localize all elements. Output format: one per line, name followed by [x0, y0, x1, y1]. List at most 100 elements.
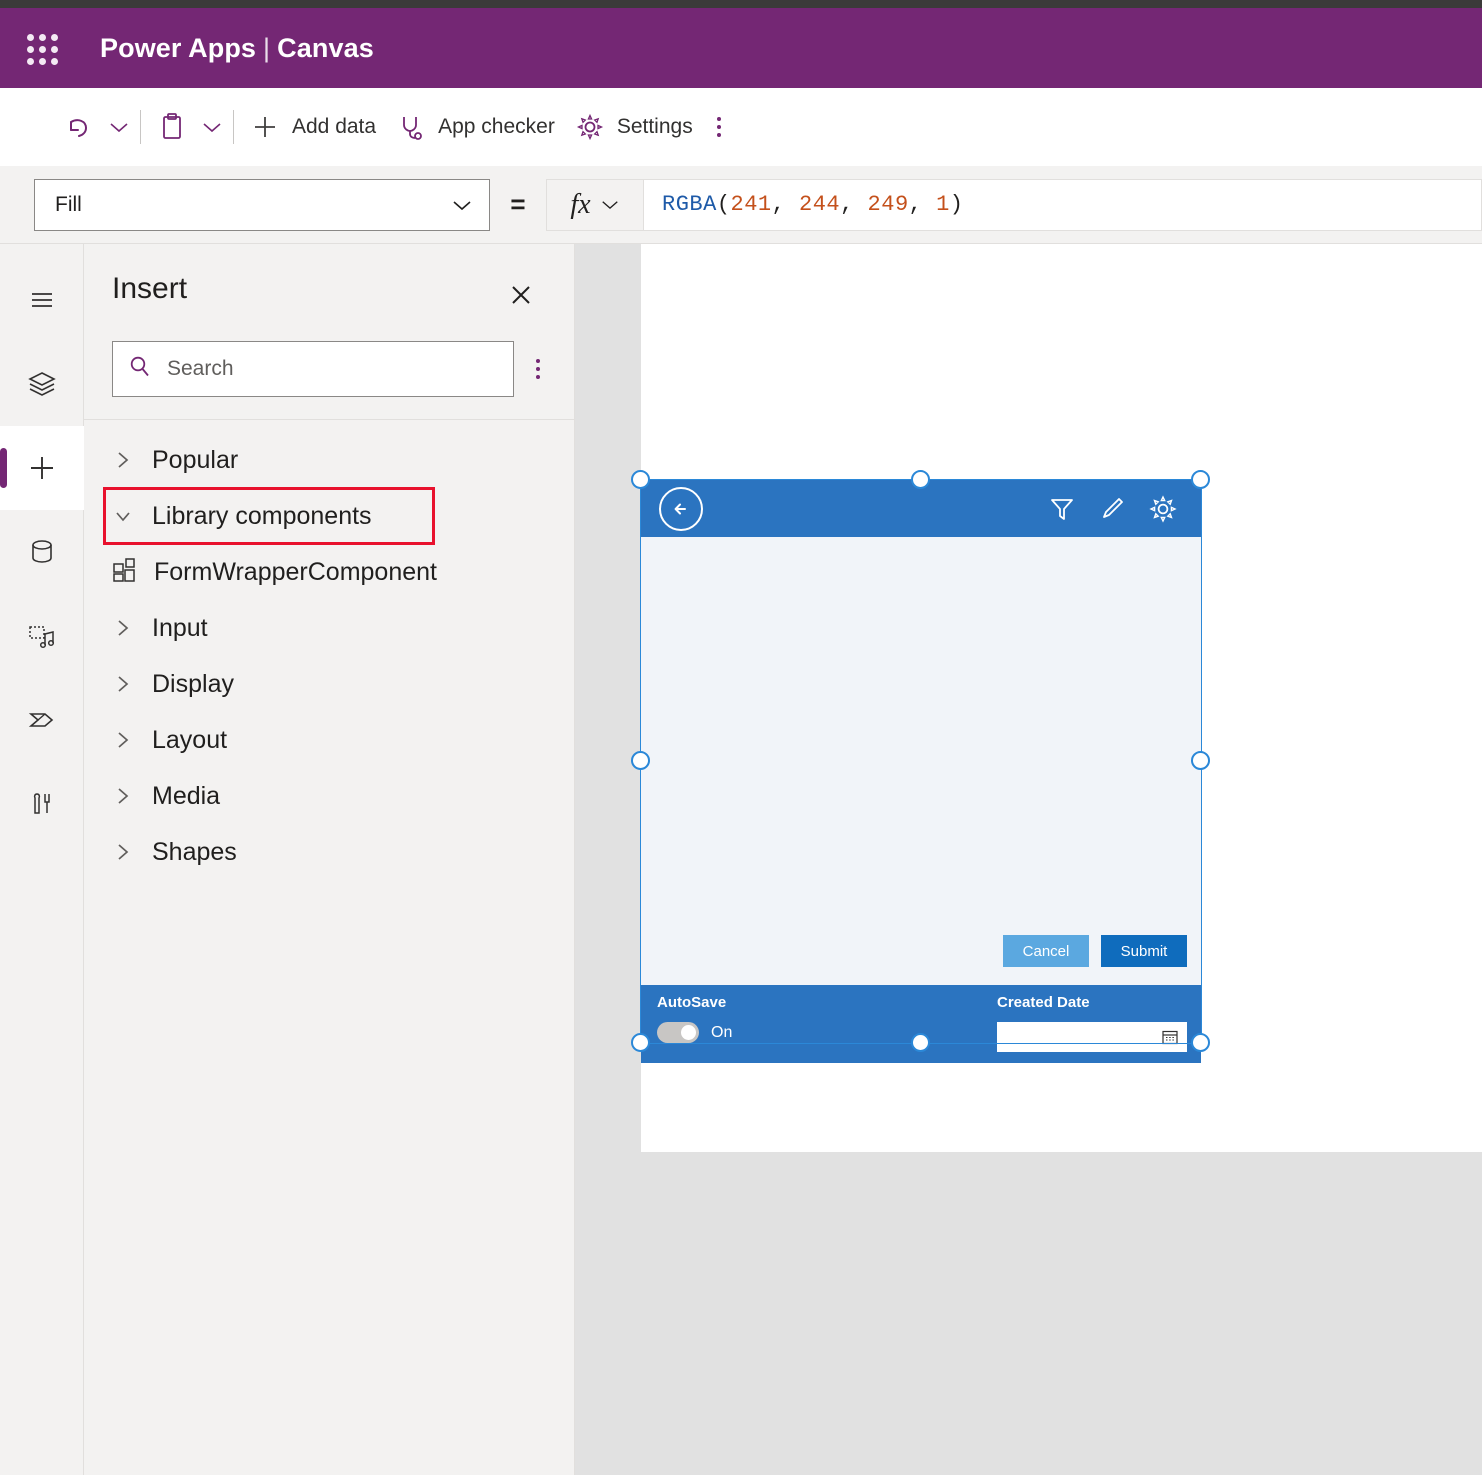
created-date-label: Created Date [997, 994, 1187, 1011]
add-data-button[interactable]: Add data [240, 104, 386, 150]
formula-token: ) [950, 192, 964, 217]
resize-handle-bottom-left[interactable] [631, 1033, 650, 1052]
settings-button[interactable]: Settings [565, 104, 703, 150]
close-icon[interactable] [498, 272, 544, 323]
resize-handle-top-center[interactable] [911, 470, 930, 489]
page-title: Power Apps|Canvas [100, 33, 374, 64]
insert-category-label: Layout [152, 726, 227, 755]
insert-plus-icon [23, 449, 61, 487]
submit-button[interactable]: Submit [1101, 935, 1187, 967]
resize-handle-middle-left[interactable] [631, 751, 650, 770]
insert-panel-overflow-button[interactable] [522, 349, 554, 389]
formula-token: 249 [868, 192, 909, 217]
resize-handle-top-left[interactable] [631, 470, 650, 489]
toolbar-overflow-button[interactable] [703, 107, 735, 147]
selected-component[interactable]: Cancel Submit AutoSave On Created Date [641, 480, 1201, 1043]
formula-token: 1 [936, 192, 950, 217]
insert-panel-header: Insert [84, 244, 574, 323]
resize-handle-bottom-center[interactable] [911, 1033, 930, 1052]
formula-token: 241 [731, 192, 772, 217]
insert-category-label: Media [152, 782, 220, 811]
sidebar-item-insert[interactable] [0, 426, 84, 510]
insert-search-row [84, 323, 574, 419]
formula-input[interactable]: RGBA(241, 244, 249, 1) [644, 179, 1482, 231]
search-box[interactable] [112, 341, 514, 397]
app-canvas[interactable]: Cancel Submit AutoSave On Created Date [575, 244, 1482, 1475]
toolbar-divider-1 [140, 110, 141, 144]
insert-category-library-components[interactable]: Library components [104, 488, 434, 544]
toolbar-divider-2 [233, 110, 234, 144]
app-header-bar: Power Apps|Canvas [0, 8, 1482, 88]
property-selector[interactable]: Fill [34, 179, 490, 231]
component-form-body: Cancel Submit [641, 537, 1201, 985]
calendar-icon [1161, 1028, 1179, 1046]
formula-token: RGBA [662, 192, 717, 217]
insert-category-input[interactable]: Input [84, 600, 574, 656]
advanced-tools-icon [23, 785, 61, 823]
insert-category-media[interactable]: Media [84, 768, 574, 824]
autosave-state-label: On [711, 1024, 732, 1042]
component-grid-icon [110, 555, 140, 590]
app-launcher-grid-icon[interactable] [18, 25, 64, 71]
back-arrow-circle-icon[interactable] [659, 487, 703, 531]
resize-handle-bottom-right[interactable] [1191, 1033, 1210, 1052]
app-checker-button[interactable]: App checker [386, 104, 565, 150]
app-checker-label: App checker [438, 115, 555, 139]
chevron-right-icon [110, 448, 136, 472]
formula-token: ( [717, 192, 731, 217]
property-selector-value: Fill [55, 193, 82, 217]
resize-handle-top-right[interactable] [1191, 470, 1210, 489]
formula-bar: Fill = fx RGBA(241, 244, 249, 1) [0, 166, 1482, 244]
undo-dropdown-button[interactable] [104, 112, 134, 142]
chevron-down-icon [110, 504, 136, 528]
media-icon [23, 617, 61, 655]
chevron-right-icon [110, 616, 136, 640]
cancel-button[interactable]: Cancel [1003, 935, 1089, 967]
sidebar-item-menu[interactable] [0, 258, 84, 342]
insert-category-popular[interactable]: Popular [84, 432, 574, 488]
sidebar-item-tree-view[interactable] [0, 342, 84, 426]
sidebar-item-data[interactable] [0, 510, 84, 594]
insert-category-label: Popular [152, 446, 238, 475]
sidebar-item-power-automate[interactable] [0, 678, 84, 762]
insert-category-label: Display [152, 670, 234, 699]
chevron-down-icon [201, 120, 223, 134]
undo-button[interactable] [52, 103, 104, 151]
insert-panel-title: Insert [112, 272, 187, 306]
formula-token: , [909, 192, 936, 217]
autosave-toggle-row: On [657, 1022, 732, 1043]
stethoscope-icon [396, 112, 426, 142]
filter-funnel-icon[interactable] [1047, 494, 1077, 524]
gear-icon[interactable] [1147, 493, 1179, 525]
search-icon [127, 354, 153, 385]
formula-token: , [772, 192, 799, 217]
sidebar-item-media[interactable] [0, 594, 84, 678]
insert-panel: Insert Popular [84, 244, 575, 1475]
insert-category-layout[interactable]: Layout [84, 712, 574, 768]
tree-view-layers-icon [23, 365, 61, 403]
chevron-right-icon [110, 840, 136, 864]
equals-sign: = [490, 189, 546, 220]
product-name: Power Apps [100, 33, 256, 63]
autosave-toggle[interactable] [657, 1022, 699, 1043]
created-date-group: Created Date [997, 994, 1187, 1063]
insert-category-label: Shapes [152, 838, 237, 867]
resize-handle-middle-right[interactable] [1191, 751, 1210, 770]
insert-category-label: Library components [152, 502, 372, 531]
pencil-edit-icon[interactable] [1097, 494, 1127, 524]
insert-category-shapes[interactable]: Shapes [84, 824, 574, 880]
paste-dropdown-button[interactable] [197, 112, 227, 142]
list-item-form-wrapper-component[interactable]: FormWrapperComponent [84, 544, 574, 600]
chevron-right-icon [110, 672, 136, 696]
fx-glyph: fx [570, 189, 590, 221]
created-date-input[interactable] [997, 1022, 1187, 1052]
paste-button[interactable] [147, 103, 197, 151]
app-type: Canvas [277, 33, 374, 63]
sidebar-item-advanced-tools[interactable] [0, 762, 84, 846]
search-input[interactable] [167, 357, 499, 381]
formula-token: 244 [799, 192, 840, 217]
insert-category-display[interactable]: Display [84, 656, 574, 712]
formula-token: , [840, 192, 867, 217]
fx-expand-button[interactable]: fx [546, 179, 644, 231]
main-area: Insert Popular [0, 244, 1482, 1475]
